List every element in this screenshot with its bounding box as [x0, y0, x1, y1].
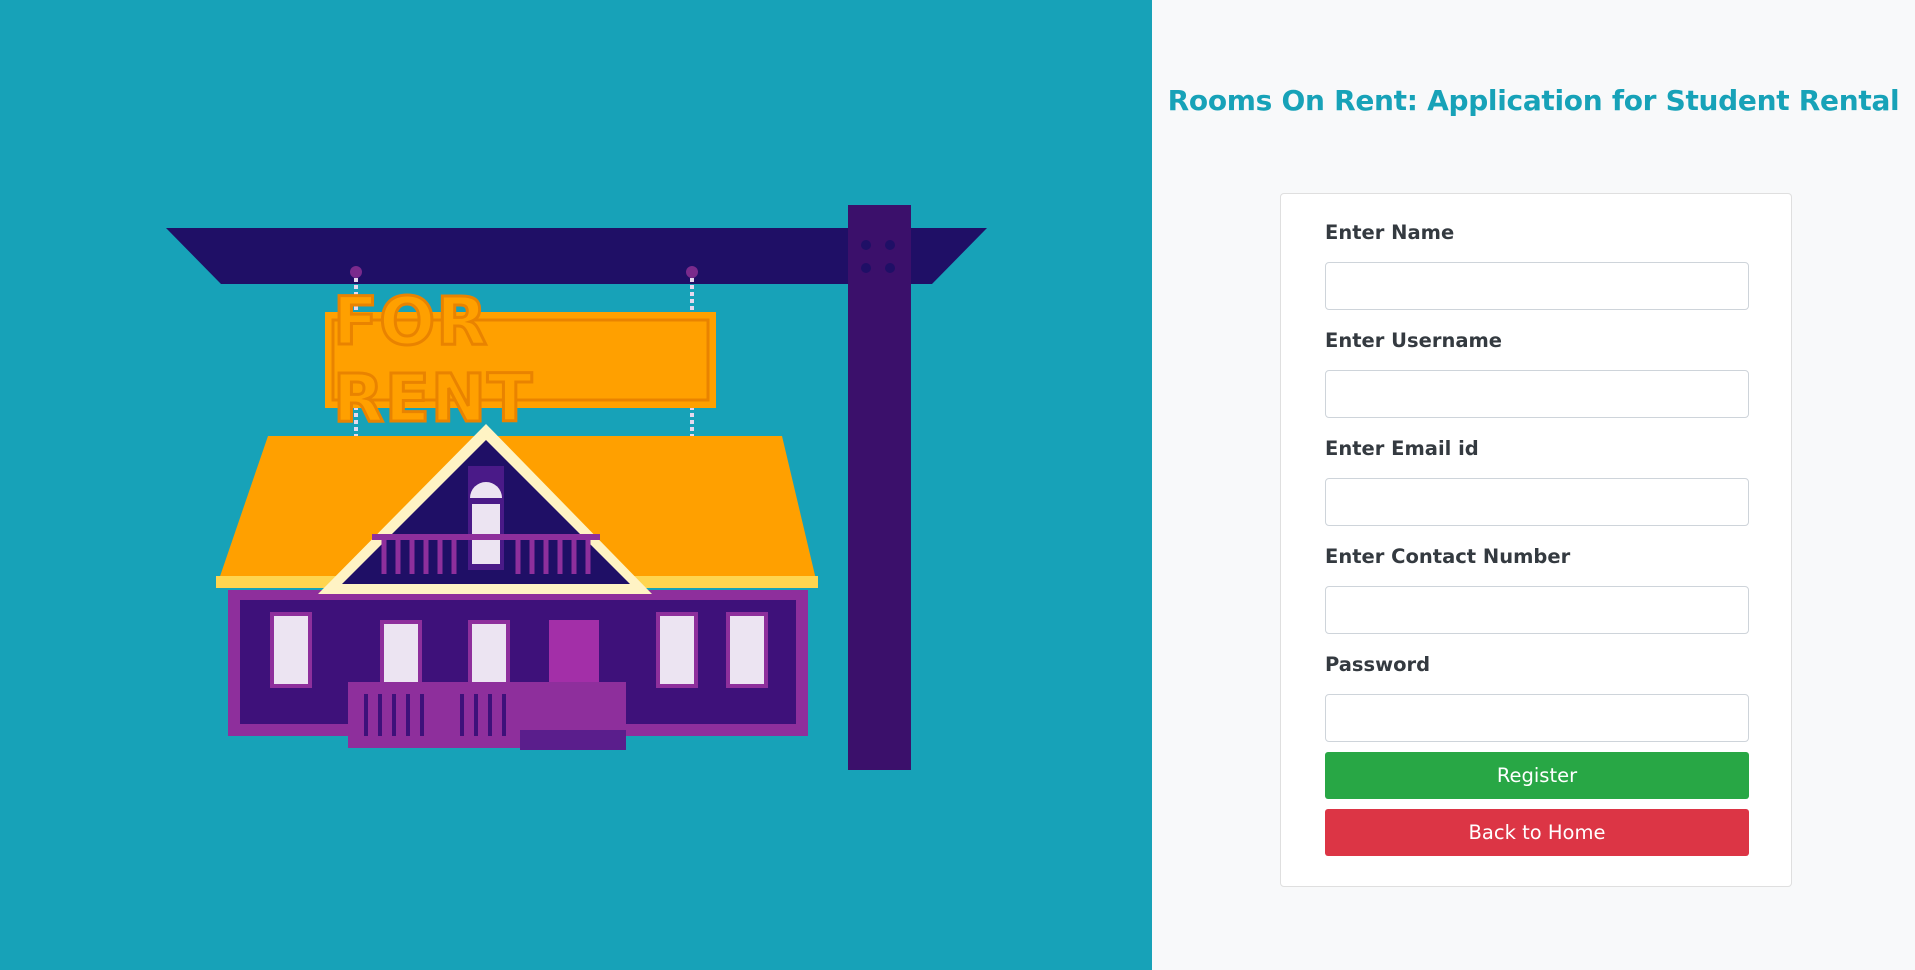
- password-input[interactable]: [1325, 694, 1749, 742]
- contact-number-field-group: Enter Contact Number: [1325, 544, 1749, 652]
- email-input[interactable]: [1325, 478, 1749, 526]
- page-title: Rooms On Rent: Application for Student R…: [1167, 84, 1900, 117]
- username-field-group: Enter Username: [1325, 328, 1749, 436]
- name-field-group: Enter Name: [1325, 220, 1749, 328]
- email-label: Enter Email id: [1325, 437, 1479, 460]
- contact-number-input[interactable]: [1325, 586, 1749, 634]
- name-label: Enter Name: [1325, 221, 1455, 244]
- password-label: Password: [1325, 653, 1431, 676]
- register-button[interactable]: Register: [1325, 752, 1749, 799]
- username-input[interactable]: [1325, 370, 1749, 418]
- contact-number-label: Enter Contact Number: [1325, 545, 1571, 568]
- registration-form: Enter Name Enter Username Enter Email id…: [1280, 193, 1792, 887]
- name-input[interactable]: [1325, 262, 1749, 310]
- hero-panel: FOR RENT: [0, 0, 1152, 970]
- sign-text: FOR RENT: [332, 282, 534, 439]
- email-field-group: Enter Email id: [1325, 436, 1749, 544]
- back-to-home-button[interactable]: Back to Home: [1325, 809, 1749, 856]
- house-for-rent-illustration: [166, 205, 987, 770]
- password-field-group: Password: [1325, 652, 1749, 752]
- for-rent-sign: FOR RENT: [332, 282, 708, 439]
- username-label: Enter Username: [1325, 329, 1503, 352]
- registration-panel: Rooms On Rent: Application for Student R…: [1152, 0, 1915, 970]
